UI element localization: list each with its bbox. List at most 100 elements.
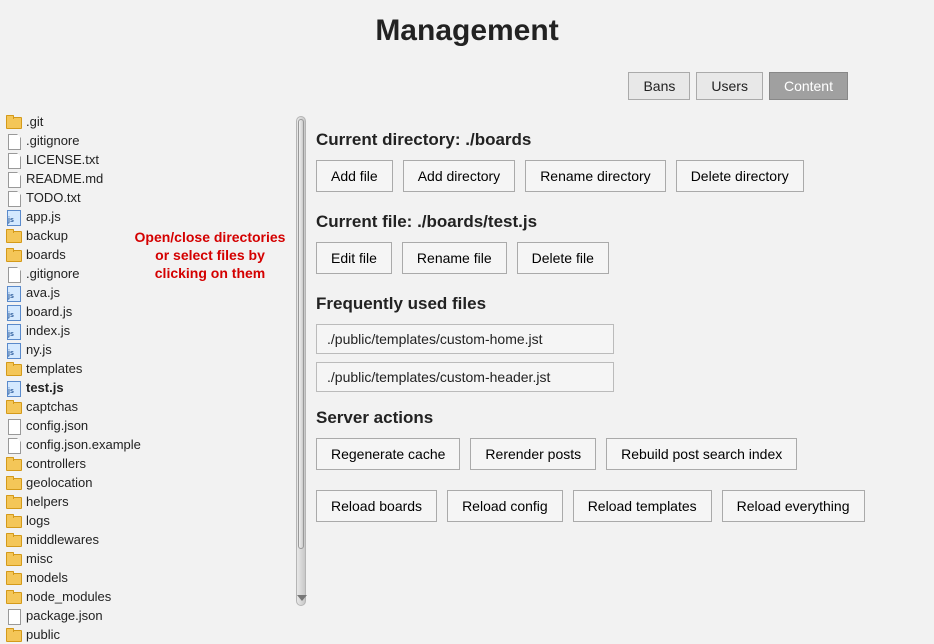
server-action-reload-templates[interactable]: Reload templates: [573, 490, 712, 522]
tab-content[interactable]: Content: [769, 72, 848, 100]
tree-item[interactable]: models: [6, 568, 306, 587]
server-action-reload-everything[interactable]: Reload everything: [722, 490, 865, 522]
file-icon: [6, 419, 22, 433]
file-icon: [6, 343, 22, 357]
tree-item-label: misc: [26, 549, 53, 568]
tree-item-label: index.js: [26, 321, 70, 340]
dir-action-add-file[interactable]: Add file: [316, 160, 393, 192]
dir-action-add-directory[interactable]: Add directory: [403, 160, 515, 192]
frequent-file-item[interactable]: ./public/templates/custom-home.jst: [316, 324, 614, 354]
dir-action-rename-directory[interactable]: Rename directory: [525, 160, 666, 192]
current-directory-path: ./boards: [465, 130, 531, 149]
server-action-rerender-posts[interactable]: Rerender posts: [470, 438, 596, 470]
tree-item-label: public: [26, 625, 60, 644]
tree-item[interactable]: captchas: [6, 397, 306, 416]
tree-item[interactable]: TODO.txt: [6, 188, 306, 207]
frequent-files-list: ./public/templates/custom-home.jst ./publ…: [316, 324, 914, 392]
tree-item-label: .gitignore: [26, 131, 79, 150]
tree-item[interactable]: logs: [6, 511, 306, 530]
server-actions-heading: Server actions: [316, 408, 914, 428]
directory-actions-row: Add file Add directory Rename directory Del…: [316, 160, 914, 192]
tree-item-label: logs: [26, 511, 50, 530]
folder-icon: [6, 628, 22, 642]
folder-icon: [6, 400, 22, 414]
tree-item[interactable]: node_modules: [6, 587, 306, 606]
server-action-rebuild-post-search-index[interactable]: Rebuild post search index: [606, 438, 797, 470]
frequent-file-item[interactable]: ./public/templates/custom-header.jst: [316, 362, 614, 392]
tree-item[interactable]: .git: [6, 112, 306, 131]
tree-item[interactable]: geolocation: [6, 473, 306, 492]
tree-item[interactable]: .gitignore: [6, 131, 306, 150]
tree-item-label: board.js: [26, 302, 72, 321]
tree-item-label: geolocation: [26, 473, 93, 492]
dir-action-delete-directory[interactable]: Delete directory: [676, 160, 804, 192]
tree-item-label: README.md: [26, 169, 103, 188]
file-icon: [6, 609, 22, 623]
tree-item[interactable]: app.js: [6, 207, 306, 226]
tree-item[interactable]: controllers: [6, 454, 306, 473]
tree-item[interactable]: package.json: [6, 606, 306, 625]
folder-icon: [6, 533, 22, 547]
file-action-edit-file[interactable]: Edit file: [316, 242, 392, 274]
tree-item-label: node_modules: [26, 587, 111, 606]
tree-item-label: captchas: [26, 397, 78, 416]
tree-item[interactable]: middlewares: [6, 530, 306, 549]
current-file-prefix: Current file:: [316, 212, 417, 231]
file-icon: [6, 381, 22, 395]
server-actions-row-2: Reload boards Reload config Reload templat…: [316, 490, 914, 522]
folder-icon: [6, 248, 22, 262]
folder-icon: [6, 571, 22, 585]
file-icon: [6, 210, 22, 224]
tree-item[interactable]: config.json: [6, 416, 306, 435]
tree-item[interactable]: README.md: [6, 169, 306, 188]
tree-item[interactable]: templates: [6, 359, 306, 378]
tree-item[interactable]: LICENSE.txt: [6, 150, 306, 169]
vertical-scrollbar[interactable]: [296, 116, 306, 606]
main-panel: Current directory: ./boards Add fileAdd …: [316, 130, 914, 542]
folder-icon: [6, 495, 22, 509]
file-action-rename-file[interactable]: Rename file: [402, 242, 507, 274]
tree-item-label: config.json: [26, 416, 88, 435]
tree-item[interactable]: ny.js: [6, 340, 306, 359]
folder-icon: [6, 552, 22, 566]
tree-item-label: package.json: [26, 606, 103, 625]
server-action-reload-boards[interactable]: Reload boards: [316, 490, 437, 522]
tab-users[interactable]: Users: [696, 72, 763, 100]
folder-icon: [6, 476, 22, 490]
scrollbar-thumb[interactable]: [298, 119, 304, 549]
file-icon: [6, 286, 22, 300]
file-tree: .git.gitignoreLICENSE.txtREADME.mdTODO.t…: [6, 112, 306, 644]
tree-item-label: middlewares: [26, 530, 99, 549]
tab-bans[interactable]: Bans: [628, 72, 690, 100]
tree-item-label: LICENSE.txt: [26, 150, 99, 169]
tree-item[interactable]: misc: [6, 549, 306, 568]
tree-item-label: ny.js: [26, 340, 52, 359]
folder-icon: [6, 457, 22, 471]
file-actions-row: Edit file Rename file Delete file: [316, 242, 914, 274]
file-tree-sidebar: .git.gitignoreLICENSE.txtREADME.mdTODO.t…: [6, 112, 306, 644]
file-icon: [6, 172, 22, 186]
tree-item[interactable]: ava.js: [6, 283, 306, 302]
tree-item-label: config.json.example: [26, 435, 141, 454]
current-file-heading: Current file: ./boards/test.js: [316, 212, 914, 232]
scrollbar-arrow-down-icon[interactable]: [297, 595, 307, 601]
current-directory-prefix: Current directory:: [316, 130, 465, 149]
tree-item[interactable]: board.js: [6, 302, 306, 321]
folder-icon: [6, 362, 22, 376]
server-action-reload-config[interactable]: Reload config: [447, 490, 563, 522]
tree-item[interactable]: test.js: [6, 378, 306, 397]
tree-item[interactable]: config.json.example: [6, 435, 306, 454]
server-action-regenerate-cache[interactable]: Regenerate cache: [316, 438, 460, 470]
tree-item-label: TODO.txt: [26, 188, 81, 207]
tree-item-label: .gitignore: [26, 264, 79, 283]
tree-item[interactable]: index.js: [6, 321, 306, 340]
file-action-delete-file[interactable]: Delete file: [517, 242, 609, 274]
hint-text: Open/close directories or select files b…: [130, 228, 290, 283]
folder-icon: [6, 115, 22, 129]
file-icon: [6, 191, 22, 205]
tree-item-label: .git: [26, 112, 43, 131]
tree-item[interactable]: helpers: [6, 492, 306, 511]
tree-item-label: helpers: [26, 492, 69, 511]
tree-item[interactable]: public: [6, 625, 306, 644]
file-icon: [6, 134, 22, 148]
